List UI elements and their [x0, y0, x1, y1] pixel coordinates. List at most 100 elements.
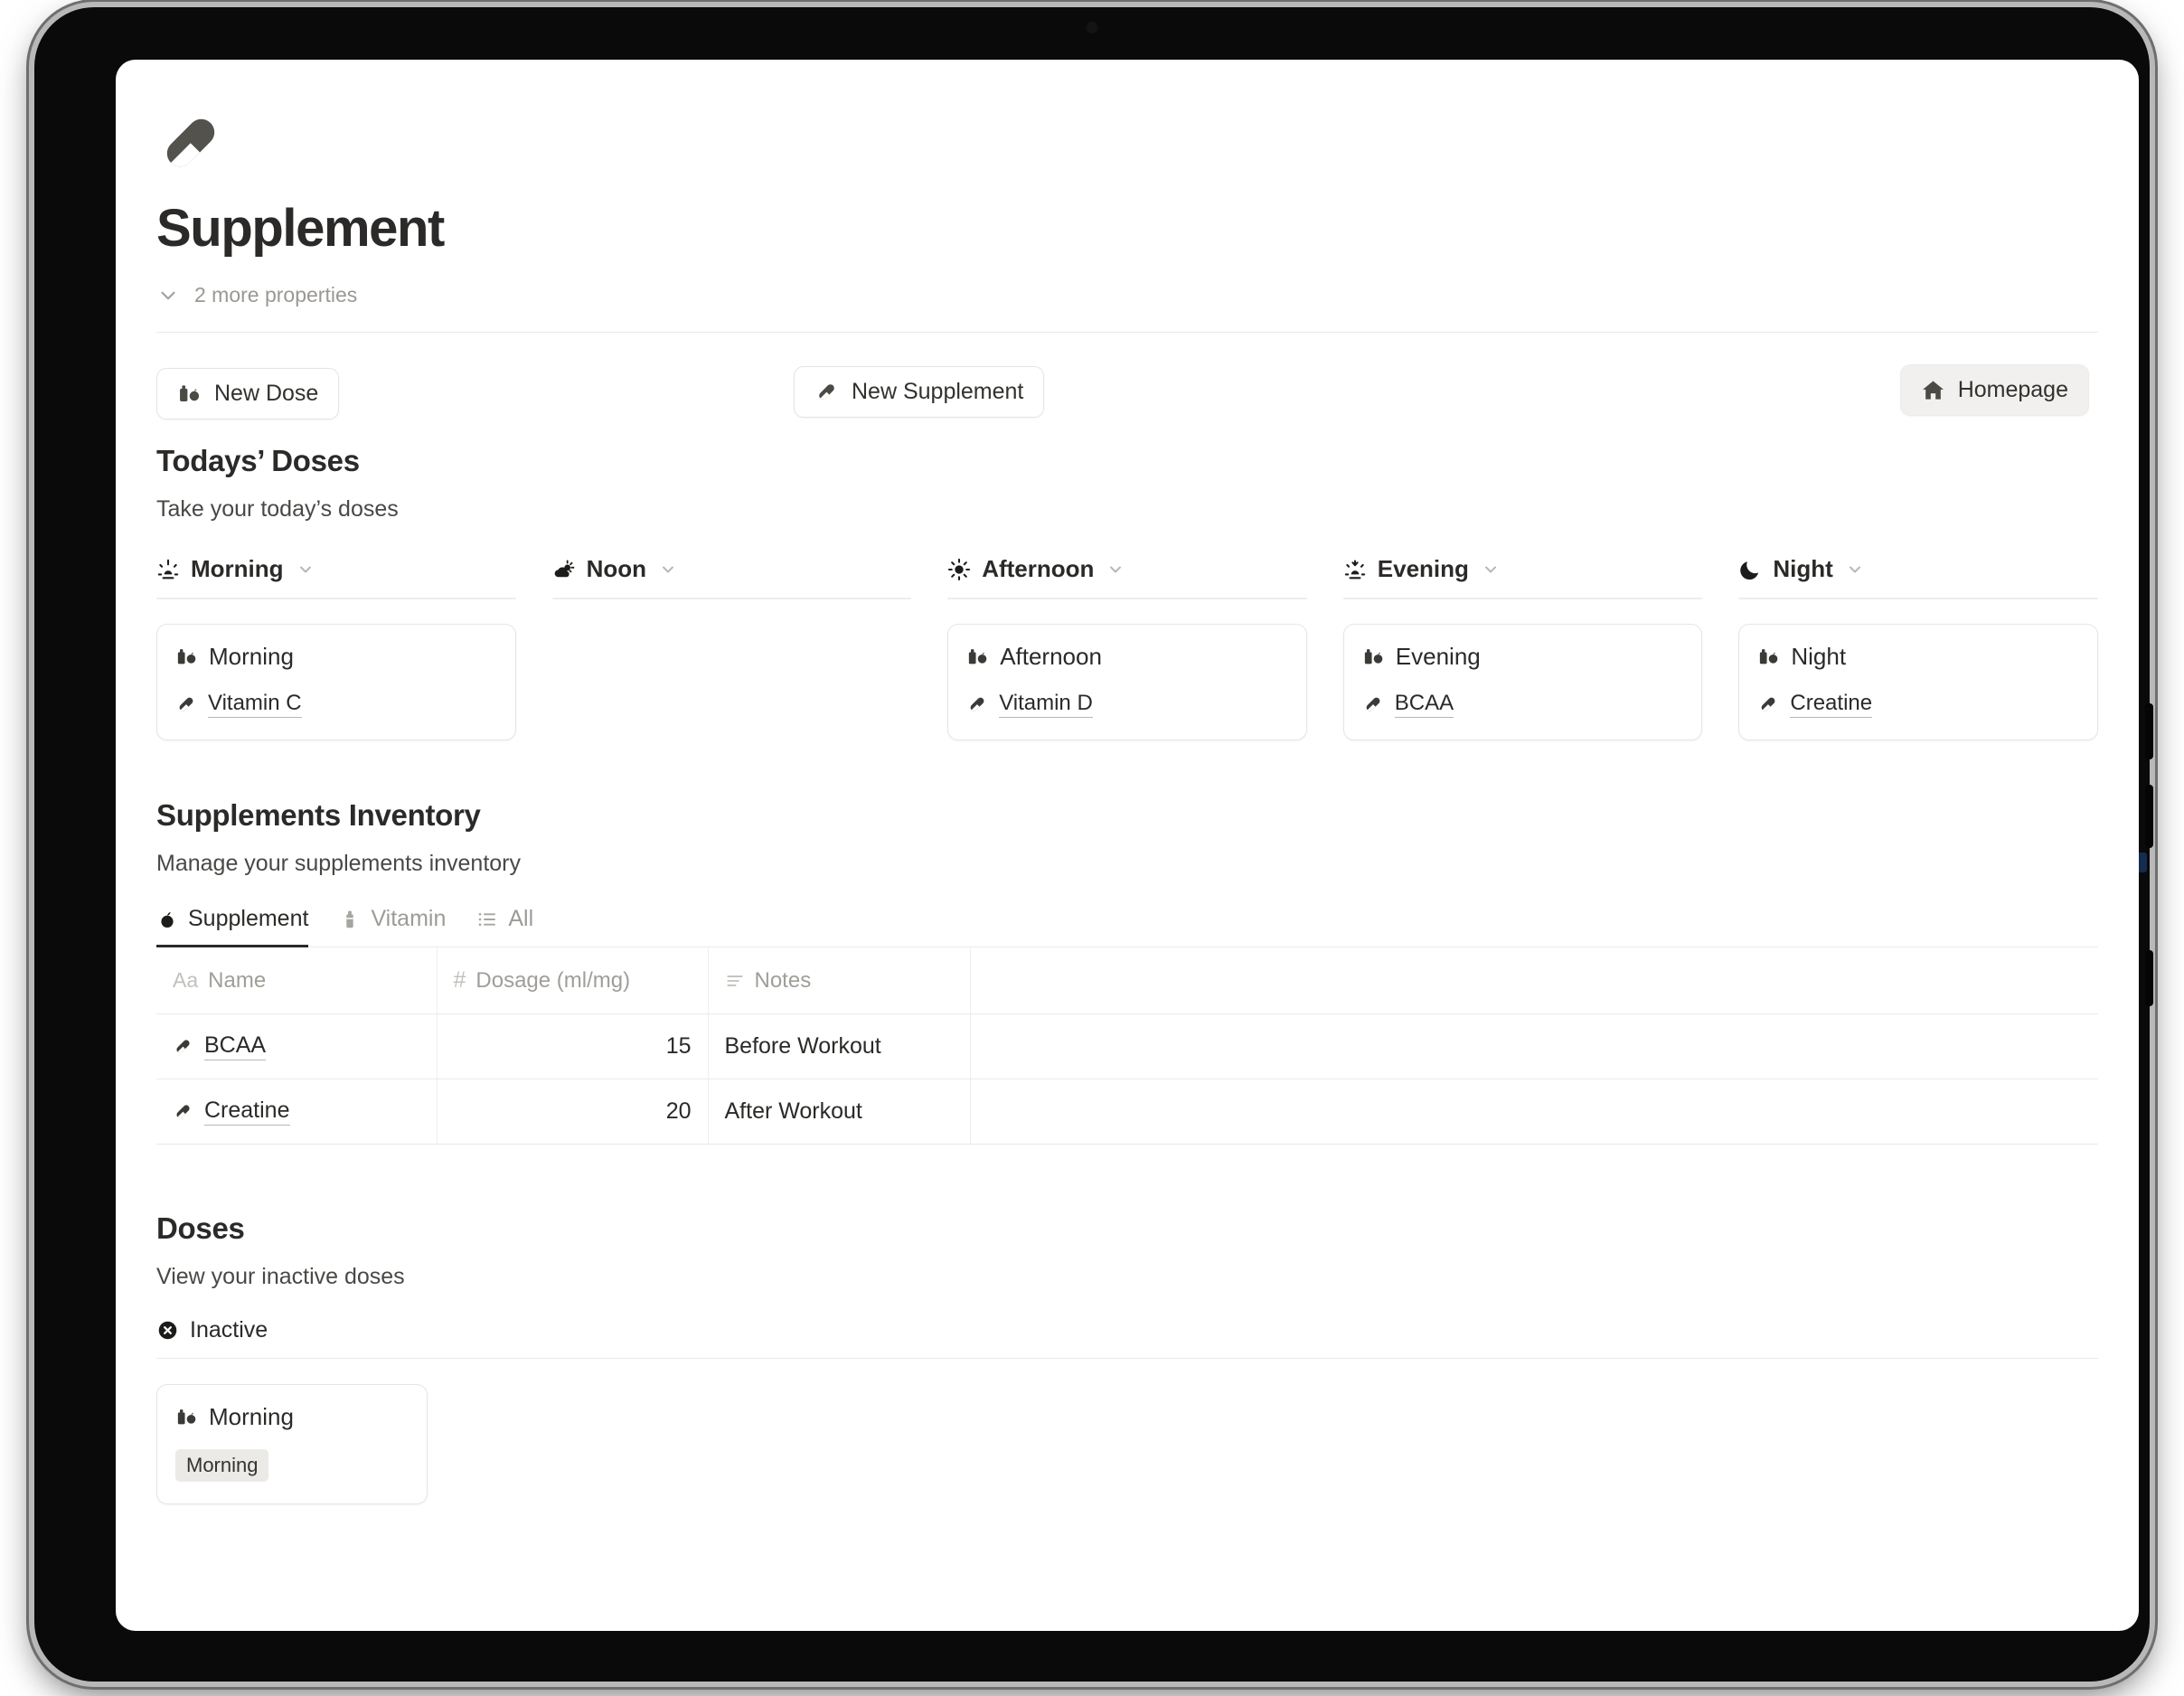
cell-dosage[interactable]: 15: [437, 1013, 709, 1080]
tab-vitamin[interactable]: Vitamin: [339, 906, 446, 947]
status-badge: Morning: [175, 1449, 269, 1483]
doses-subtitle: View your inactive doses: [156, 1264, 405, 1290]
dose-card-title-row: Evening: [1362, 643, 1684, 671]
dose-card[interactable]: Morning Morning: [156, 1384, 428, 1505]
tab-inactive-label: Inactive: [190, 1317, 268, 1343]
tablet-device-frame: Supplement 2 more properties New Dose Ne…: [34, 7, 2153, 1682]
dose-card-title: Evening: [1395, 643, 1481, 671]
volume-down-button[interactable]: [2145, 785, 2153, 848]
dose-card-title: Morning: [209, 643, 294, 671]
dose-card[interactable]: Night Creatine: [1738, 624, 2098, 741]
bottle-apple-icon: [1362, 645, 1385, 668]
supplements-inventory-section: Supplements Inventory Manage your supple…: [156, 798, 2098, 1145]
header-divider: [156, 332, 2098, 334]
doses-column-label: Morning: [191, 555, 284, 583]
doses-column-label: Night: [1773, 555, 1833, 583]
new-dose-button[interactable]: New Dose: [156, 368, 340, 420]
pill-icon: [814, 380, 839, 404]
table-row[interactable]: Creatine 20 After Workout: [156, 1079, 2098, 1145]
tab-all[interactable]: All: [476, 906, 533, 947]
dose-card[interactable]: Afternoon Vitamin D: [947, 624, 1307, 741]
tab-inactive[interactable]: Inactive: [156, 1317, 2098, 1358]
bottle-apple-icon: [175, 1406, 198, 1428]
cell-name[interactable]: BCAA: [156, 1013, 438, 1080]
bottle-icon: [339, 909, 361, 930]
todays-doses-board: Morning Morning Vitamin C Noon Afternoon…: [156, 555, 2098, 741]
inventory-tab-bar: Supplement Vitamin All: [156, 906, 2098, 948]
dose-card-item[interactable]: Vitamin C: [175, 691, 497, 719]
cell-dosage[interactable]: 20: [437, 1079, 709, 1145]
list-icon: [476, 909, 498, 930]
dose-card-title: Morning: [209, 1403, 294, 1431]
doses-column-label: Afternoon: [982, 555, 1095, 583]
dose-card-item[interactable]: BCAA: [1362, 691, 1684, 719]
home-icon: [1921, 378, 1945, 402]
doses-title: Doses: [156, 1211, 245, 1246]
column-rule: [1342, 598, 1703, 600]
doses-column-header-afternoon[interactable]: Afternoon: [947, 555, 1307, 598]
number-type-icon: #: [453, 967, 466, 994]
bottle-apple-icon: [1757, 645, 1780, 668]
doses-column-header-morning[interactable]: Morning: [156, 555, 516, 598]
table-row[interactable]: BCAA 15 Before Workout: [156, 1013, 2098, 1080]
cell-notes[interactable]: Before Workout: [708, 1013, 971, 1080]
column-header-notes-label: Notes: [754, 967, 812, 993]
chevron-down-icon: [156, 284, 180, 307]
column-header-name[interactable]: Aa Name: [156, 947, 438, 1015]
doses-column-morning: Morning Morning Vitamin C: [156, 555, 516, 741]
volume-up-button[interactable]: [2145, 703, 2153, 759]
doses-column-label: Noon: [586, 555, 647, 583]
dose-card-item[interactable]: Creatine: [1757, 691, 2079, 719]
cell-spacer: [970, 1079, 2098, 1145]
chevron-down-icon[interactable]: [659, 561, 677, 579]
todays-doses-title: Todays’ Doses: [156, 444, 360, 478]
doses-column-afternoon: Afternoon Afternoon Vitamin D: [947, 555, 1307, 741]
doses-column-header-evening[interactable]: Evening: [1343, 555, 1703, 598]
homepage-label: Homepage: [1957, 377, 2068, 403]
inventory-table: Aa Name # Dosage (ml/mg) Notes BCAA 15 B…: [156, 947, 2098, 1145]
pill-icon: [173, 1036, 193, 1057]
text-type-icon: Aa: [173, 968, 199, 993]
more-properties-toggle[interactable]: 2 more properties: [156, 283, 2098, 307]
bottle-apple-icon: [175, 645, 198, 668]
column-rule: [551, 598, 912, 600]
column-rule: [1738, 598, 2098, 600]
doses-column-header-night[interactable]: Night: [1738, 555, 2098, 598]
chevron-down-icon[interactable]: [1482, 561, 1500, 579]
dose-card-title-row: Afternoon: [966, 643, 1288, 671]
homepage-button[interactable]: Homepage: [1899, 364, 2089, 417]
cell-name[interactable]: Creatine: [156, 1079, 438, 1145]
todays-doses-section: Todays’ Doses Take your today’s doses Mo…: [156, 444, 2098, 741]
cell-notes[interactable]: After Workout: [708, 1079, 971, 1145]
chevron-down-icon[interactable]: [1106, 561, 1125, 579]
dose-card[interactable]: Evening BCAA: [1342, 624, 1703, 741]
column-header-dosage[interactable]: # Dosage (ml/mg): [437, 947, 709, 1015]
page-title: Supplement: [156, 199, 445, 258]
text-lines-icon: [725, 971, 745, 991]
chevron-down-icon[interactable]: [297, 561, 315, 579]
pill-icon: [175, 693, 197, 715]
inventory-title: Supplements Inventory: [156, 798, 481, 833]
dose-card-title-row: Morning: [175, 1403, 409, 1431]
dose-card-item[interactable]: Vitamin D: [966, 691, 1288, 719]
pill-icon: [1757, 693, 1779, 715]
new-supplement-button[interactable]: New Supplement: [794, 366, 1045, 419]
dose-card[interactable]: Morning Vitamin C: [156, 624, 516, 741]
column-rule: [947, 598, 1307, 600]
column-header-name-label: Name: [208, 967, 267, 993]
doses-column-header-noon[interactable]: Noon: [552, 555, 912, 598]
tab-supplement[interactable]: Supplement: [156, 906, 309, 948]
cell-name-label: BCAA: [204, 1032, 267, 1061]
dose-card-title-row: Morning: [175, 643, 497, 671]
dose-card-item-label: Vitamin C: [208, 691, 302, 719]
tab-all-label: All: [508, 906, 534, 932]
sun-cloud-icon: [552, 558, 576, 581]
table-header-row: Aa Name # Dosage (ml/mg) Notes: [156, 947, 2098, 1015]
column-header-dosage-label: Dosage (ml/mg): [475, 967, 631, 993]
tab-vitamin-label: Vitamin: [371, 906, 447, 932]
doses-column-night: Night Night Creatine: [1738, 555, 2098, 741]
chevron-down-icon[interactable]: [1846, 561, 1864, 579]
column-header-notes[interactable]: Notes: [708, 947, 971, 1015]
inventory-subtitle: Manage your supplements inventory: [156, 851, 522, 877]
power-button[interactable]: [2145, 950, 2153, 1006]
